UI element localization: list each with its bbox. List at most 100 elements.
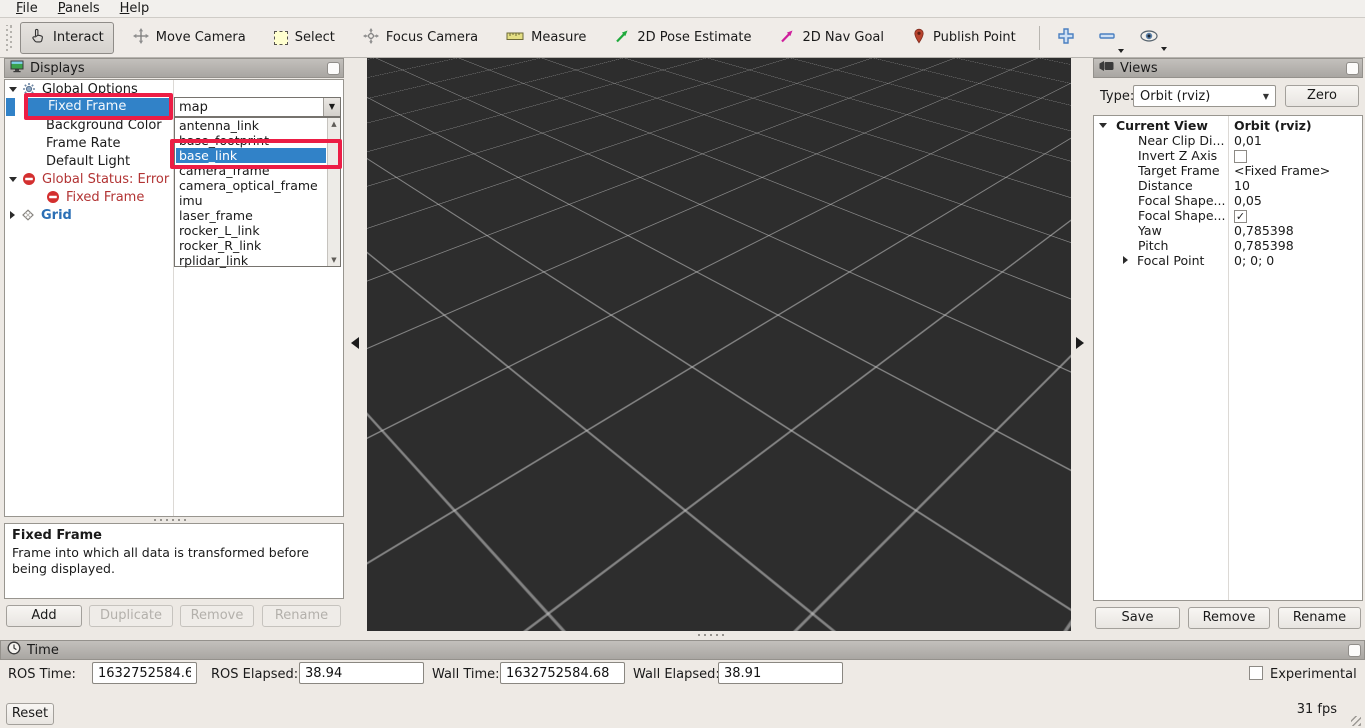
interact-tool-button[interactable]: Interact <box>20 22 114 54</box>
prop-value[interactable]: 0,785398 <box>1234 238 1361 253</box>
menu-panels[interactable]: Panels <box>48 1 110 16</box>
view-prop-invert-z[interactable]: Invert Z Axis <box>1094 148 1361 163</box>
remove-display-button[interactable]: Remove <box>180 605 254 627</box>
prop-value[interactable]: 0; 0; 0 <box>1234 253 1361 268</box>
interact-tool-label: Interact <box>53 30 104 45</box>
nav-goal-tool-button[interactable]: 2D Nav Goal <box>770 23 893 53</box>
prop-name: Current View <box>1116 118 1250 133</box>
expander-right-icon[interactable] <box>10 211 15 219</box>
collapse-right-panel-handle[interactable] <box>1076 337 1084 349</box>
expander-down-icon[interactable] <box>9 177 17 182</box>
ground-grid <box>367 58 1071 367</box>
window-resize-grip[interactable] <box>1351 716 1361 726</box>
dropdown-option[interactable]: rocker_L_link <box>176 223 326 238</box>
rename-view-button[interactable]: Rename <box>1278 607 1361 629</box>
rename-display-button[interactable]: Rename <box>262 605 341 627</box>
prop-value[interactable]: 10 <box>1234 178 1361 193</box>
wall-time-field[interactable] <box>500 662 625 684</box>
view-prop-focal-shape-size[interactable]: Focal Shape... 0,05 <box>1094 193 1361 208</box>
view-prop-target-frame[interactable]: Target Frame <Fixed Frame> <box>1094 163 1361 178</box>
dropdown-option[interactable]: imu <box>176 193 326 208</box>
time-panel-header[interactable]: Time <box>0 640 1365 660</box>
dropdown-scrollbar[interactable]: ▲ ▼ <box>327 118 340 266</box>
view-type-value: Orbit (rviz) <box>1140 88 1210 106</box>
dropdown-option[interactable]: rocker_R_link <box>176 238 326 253</box>
views-property-tree: Current View Orbit (rviz) Near Clip Di..… <box>1093 115 1363 601</box>
tool-visibility-button[interactable] <box>1132 25 1166 51</box>
prop-value[interactable]: 0,05 <box>1234 193 1361 208</box>
expander-down-icon[interactable] <box>9 87 17 92</box>
select-tool-button[interactable]: Select <box>265 25 344 50</box>
view-prop-focal-point[interactable]: Focal Point 0; 0; 0 <box>1094 253 1361 268</box>
panel-splitter-handle[interactable] <box>154 518 190 522</box>
wall-elapsed-field[interactable] <box>718 662 843 684</box>
view-type-combobox[interactable]: Orbit (rviz) ▼ <box>1133 85 1276 107</box>
dropdown-option[interactable]: antenna_link <box>176 118 326 133</box>
ros-elapsed-label: ROS Elapsed: <box>211 667 298 682</box>
toolbar-drag-handle[interactable] <box>6 25 12 51</box>
add-display-button[interactable]: Add <box>6 605 82 627</box>
pose-estimate-tool-button[interactable]: 2D Pose Estimate <box>605 23 760 53</box>
measure-tool-label: Measure <box>531 30 586 45</box>
views-panel-header[interactable]: Views <box>1093 58 1363 78</box>
measure-tool-button[interactable]: Measure <box>497 25 595 51</box>
3d-viewport[interactable] <box>367 58 1071 631</box>
prop-value[interactable]: 0,785398 <box>1234 223 1361 238</box>
dropdown-option[interactable]: camera_frame <box>176 163 326 178</box>
grid-icon <box>21 208 35 222</box>
tree-row-global-options[interactable]: Global Options <box>5 80 342 98</box>
view-prop-focal-shape-fixed[interactable]: Focal Shape... ✓ <box>1094 208 1361 223</box>
menu-file[interactable]: File <box>6 1 48 16</box>
checkbox-unchecked[interactable] <box>1234 150 1247 163</box>
checkbox-checked[interactable]: ✓ <box>1234 210 1247 223</box>
save-view-button[interactable]: Save <box>1095 607 1180 629</box>
viewport-scene <box>367 58 1071 631</box>
move-camera-tool-button[interactable]: Move Camera <box>124 23 255 53</box>
prop-value[interactable]: 0,01 <box>1234 133 1361 148</box>
ros-time-field[interactable] <box>92 662 197 684</box>
combobox-arrow-icon[interactable]: ▼ <box>323 98 340 116</box>
publish-point-tool-button[interactable]: Publish Point <box>903 23 1025 53</box>
view-prop-pitch[interactable]: Pitch 0,785398 <box>1094 238 1361 253</box>
ros-elapsed-field[interactable] <box>299 662 424 684</box>
fixed-frame-combobox[interactable]: map ▼ <box>174 97 341 117</box>
duplicate-display-button[interactable]: Duplicate <box>89 605 173 627</box>
view-prop-distance[interactable]: Distance 10 <box>1094 178 1361 193</box>
menubar: File Panels Help <box>0 0 1365 18</box>
displays-float-button[interactable] <box>327 62 340 75</box>
experimental-label: Experimental <box>1270 667 1357 682</box>
view-prop-yaw[interactable]: Yaw 0,785398 <box>1094 223 1361 238</box>
displays-panel-header[interactable]: Displays <box>4 58 344 78</box>
tree-row-label: Frame Rate <box>46 136 120 151</box>
clock-icon <box>7 641 21 659</box>
views-camera-icon <box>1099 60 1114 76</box>
dropdown-option[interactable]: rplidar_link <box>176 253 326 268</box>
focus-camera-tool-label: Focus Camera <box>386 30 478 45</box>
horizontal-splitter-handle[interactable] <box>698 634 728 636</box>
dropdown-option[interactable]: camera_optical_frame <box>176 178 326 193</box>
experimental-checkbox[interactable] <box>1249 666 1263 680</box>
ruler-icon <box>506 30 524 46</box>
scroll-down-icon[interactable]: ▼ <box>328 254 340 266</box>
scroll-up-icon[interactable]: ▲ <box>328 118 340 130</box>
add-tool-button[interactable] <box>1050 23 1082 53</box>
view-prop-current-view[interactable]: Current View Orbit (rviz) <box>1094 118 1361 133</box>
menu-help[interactable]: Help <box>110 1 160 16</box>
zero-view-button[interactable]: Zero <box>1285 85 1359 107</box>
focus-camera-tool-button[interactable]: Focus Camera <box>354 23 487 53</box>
expander-down-icon[interactable] <box>1099 123 1107 128</box>
selection-branch-highlight <box>6 98 15 116</box>
displays-panel-title: Displays <box>30 61 85 76</box>
dropdown-option[interactable]: laser_frame <box>176 208 326 223</box>
view-prop-near-clip[interactable]: Near Clip Di... 0,01 <box>1094 133 1361 148</box>
views-float-button[interactable] <box>1346 62 1359 75</box>
dropdown-option[interactable]: base_footprint <box>176 133 326 148</box>
expander-right-icon[interactable] <box>1123 256 1128 264</box>
remove-view-button[interactable]: Remove <box>1188 607 1270 629</box>
reset-time-button[interactable]: Reset <box>6 703 54 725</box>
prop-value[interactable]: <Fixed Frame> <box>1234 163 1361 178</box>
collapse-left-panel-handle[interactable] <box>351 337 359 349</box>
time-float-button[interactable] <box>1348 644 1361 657</box>
dropdown-option-selected[interactable]: base_link <box>176 148 326 163</box>
remove-tool-button[interactable] <box>1091 23 1123 53</box>
